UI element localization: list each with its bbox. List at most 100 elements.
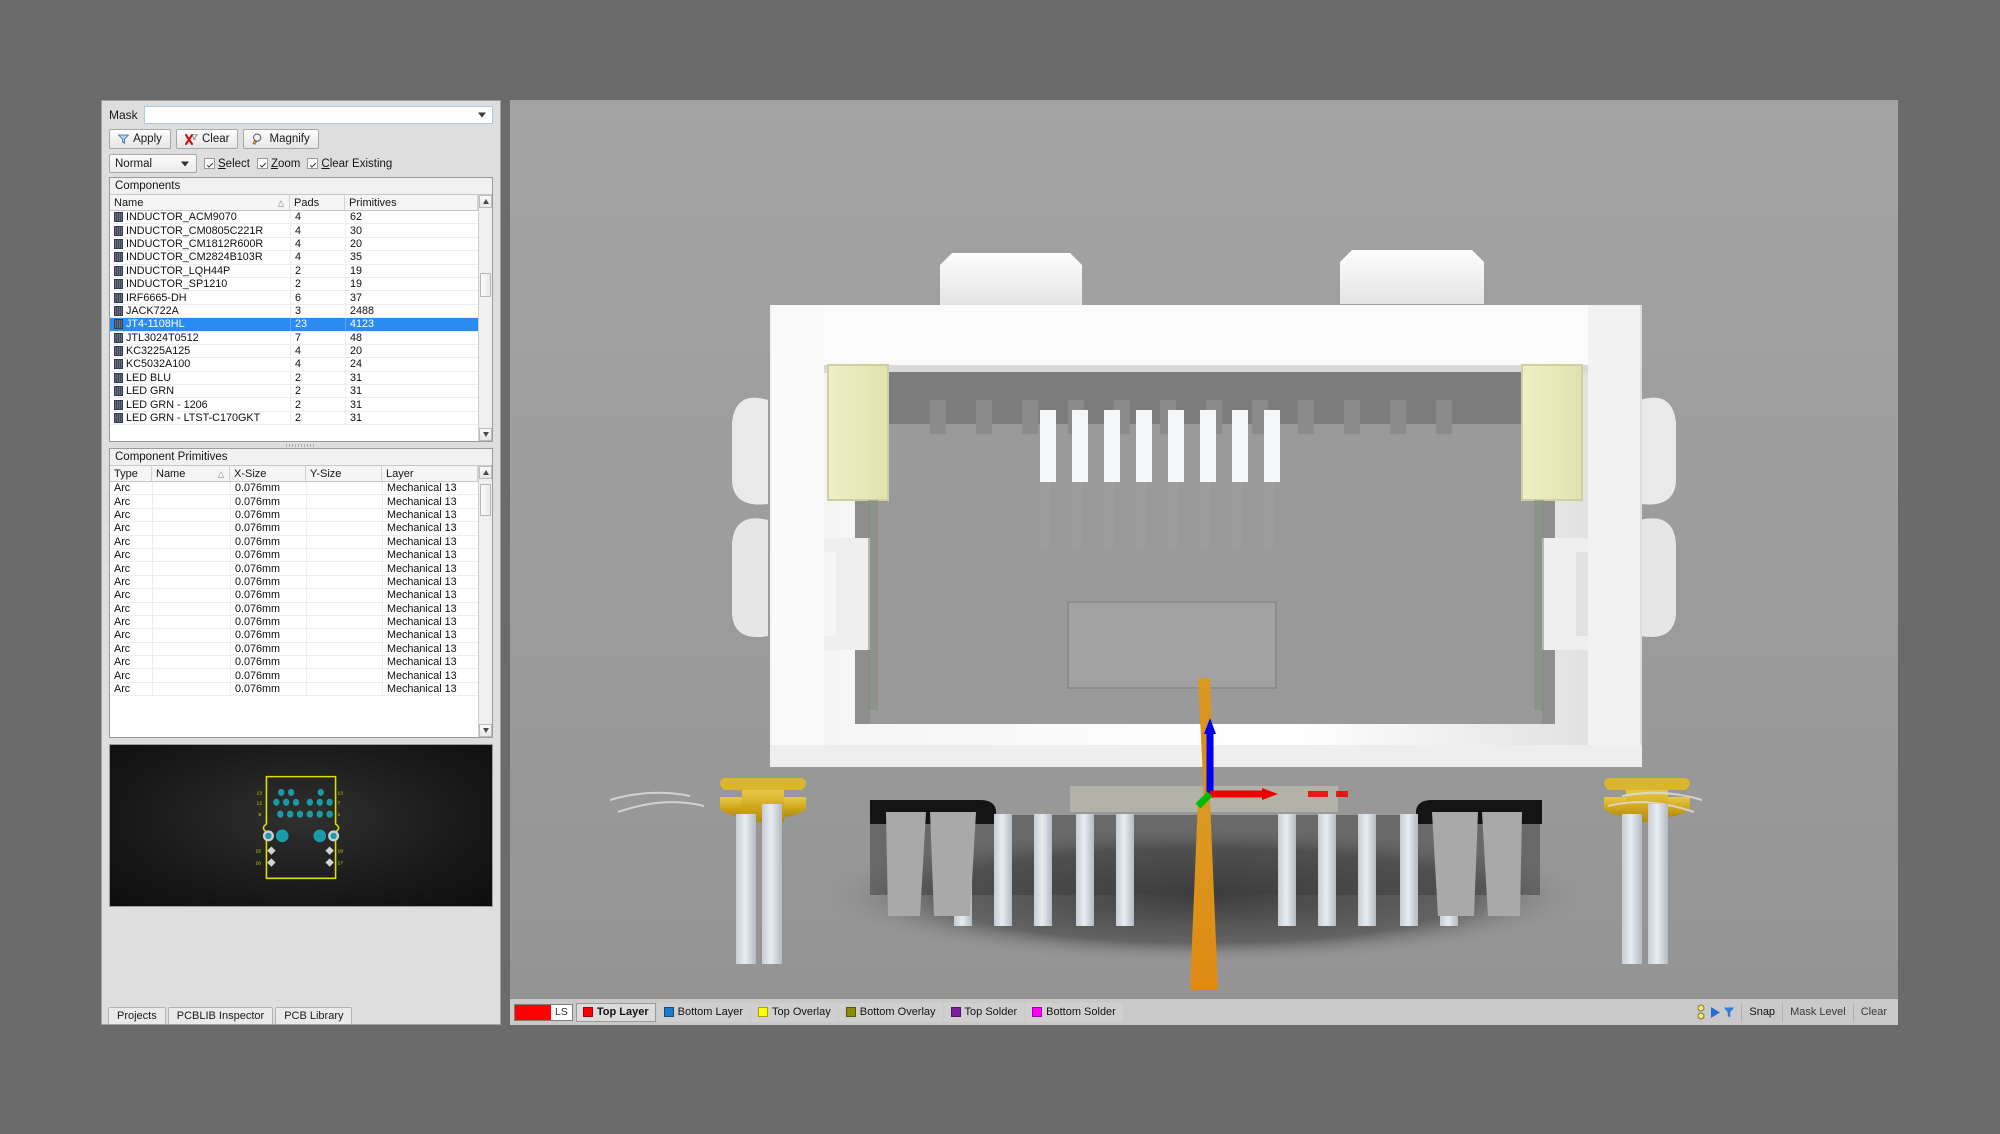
column-header-pads[interactable]: Pads bbox=[290, 195, 345, 210]
panel-tab-pcblib-inspector[interactable]: PCBLIB Inspector bbox=[167, 1007, 274, 1024]
table-row[interactable]: JTL3024T0512 7 48 bbox=[110, 331, 478, 345]
column-header-layer[interactable]: Layer bbox=[382, 466, 478, 481]
layer-label: Bottom Layer bbox=[677, 1006, 744, 1018]
status-button-mask-level[interactable]: Mask Level bbox=[1782, 1002, 1853, 1022]
layer-tab-bottom-overlay[interactable]: Bottom Overlay bbox=[838, 1002, 943, 1022]
panel-tab-projects[interactable]: Projects bbox=[108, 1007, 166, 1024]
checkbox-box[interactable] bbox=[256, 158, 268, 169]
column-header-primitives[interactable]: Primitives bbox=[345, 195, 478, 210]
cell-type: Arc bbox=[114, 669, 131, 682]
components-list[interactable]: INDUCTOR_ACM9070 4 62 INDUCTOR_CM0805C221R 4… bbox=[110, 211, 478, 441]
layer-tab-top-solder[interactable]: Top Solder bbox=[943, 1002, 1025, 1022]
column-header-x-size[interactable]: X-Size bbox=[230, 466, 306, 481]
magnify-button[interactable]: Magnify bbox=[243, 129, 319, 149]
table-row[interactable]: Arc 0.076mm Mechanical 13 bbox=[110, 482, 478, 496]
left-pillar bbox=[772, 305, 824, 745]
cursor-arrow-icon[interactable] bbox=[1710, 1006, 1721, 1019]
apply-button[interactable]: Apply bbox=[109, 129, 171, 149]
table-row[interactable]: KC3225A125 4 20 bbox=[110, 344, 478, 359]
scroll-down-arrow[interactable] bbox=[479, 724, 492, 737]
cell-x-size: 0.076mm bbox=[230, 615, 306, 629]
panel-tab-pcb-library[interactable]: PCB Library bbox=[275, 1007, 353, 1024]
column-header-type[interactable]: Type bbox=[110, 466, 152, 481]
table-row[interactable]: LED BLU 2 31 bbox=[110, 371, 478, 386]
pcb-3d-viewport[interactable] bbox=[510, 100, 1898, 998]
mask-mode-select[interactable]: Normal bbox=[109, 154, 197, 173]
cell-layer: Mechanical 13 bbox=[382, 548, 478, 562]
status-button-snap[interactable]: Snap bbox=[1741, 1002, 1782, 1022]
table-row[interactable]: Arc 0.076mm Mechanical 13 bbox=[110, 495, 478, 509]
table-row[interactable]: Arc 0.076mm Mechanical 13 bbox=[110, 548, 478, 563]
filter-icon[interactable] bbox=[1723, 1006, 1735, 1019]
primitives-list[interactable]: Arc 0.076mm Mechanical 13 Arc 0.076mm Mechani… bbox=[110, 482, 478, 737]
snap-dots-icon[interactable] bbox=[1697, 1004, 1708, 1020]
clear-label: Clear bbox=[202, 133, 230, 145]
table-row[interactable]: Arc 0.076mm Mechanical 13 bbox=[110, 508, 478, 523]
table-row[interactable]: LED GRN - LTST-C170GKT 2 31 bbox=[110, 411, 478, 426]
layer-tab-bottom-layer[interactable]: Bottom Layer bbox=[656, 1002, 751, 1022]
scroll-up-arrow[interactable] bbox=[479, 466, 492, 479]
chevron-down-icon[interactable] bbox=[181, 161, 189, 166]
status-buttons[interactable]: Snap Mask Level Clear bbox=[1741, 1002, 1894, 1022]
table-row[interactable]: KC5032A100 4 24 bbox=[110, 358, 478, 372]
table-row[interactable]: INDUCTOR_CM0805C221R 4 30 bbox=[110, 224, 478, 238]
scroll-up-arrow[interactable] bbox=[479, 195, 492, 208]
table-row[interactable]: JT4-1108HL 23 4123 bbox=[110, 318, 478, 332]
layer-tab-top-overlay[interactable]: Top Overlay bbox=[751, 1002, 838, 1022]
cell-name: JTL3024T0512 bbox=[110, 332, 290, 344]
components-scrollbar[interactable] bbox=[478, 195, 492, 441]
table-row[interactable]: Arc 0.076mm Mechanical 13 bbox=[110, 602, 478, 616]
checkbox-box[interactable] bbox=[307, 158, 319, 169]
table-row[interactable]: LED GRN - 1206 2 31 bbox=[110, 398, 478, 412]
column-header-y-size[interactable]: Y-Size bbox=[306, 466, 382, 481]
cell-name bbox=[152, 535, 230, 548]
active-layer-swatch-box[interactable]: LS bbox=[514, 1003, 573, 1021]
top-tab-left bbox=[940, 253, 1082, 305]
table-row[interactable]: Arc 0.076mm Mechanical 13 bbox=[110, 589, 478, 603]
table-row[interactable]: INDUCTOR_LQH44P 2 19 bbox=[110, 264, 478, 278]
scroll-down-arrow[interactable] bbox=[479, 428, 492, 441]
zoom-checkbox[interactable]: Zoom bbox=[256, 158, 300, 170]
mask-combo[interactable] bbox=[143, 106, 493, 124]
column-header-name[interactable]: Name △ bbox=[110, 195, 290, 210]
footprint-preview[interactable]: 13 12 8 13 7 1 15 16 18 17 bbox=[109, 744, 493, 907]
table-row[interactable]: Arc 0.076mm Mechanical 13 bbox=[110, 656, 478, 670]
cell-y-size bbox=[306, 656, 382, 669]
scroll-thumb[interactable] bbox=[480, 484, 491, 516]
table-row[interactable]: Arc 0.076mm Mechanical 13 bbox=[110, 629, 478, 643]
panel-tab-bar[interactable]: Projects PCBLIB Inspector PCB Library bbox=[102, 1004, 500, 1024]
chevron-down-icon[interactable] bbox=[478, 112, 486, 118]
table-row[interactable]: Arc 0.076mm Mechanical 13 bbox=[110, 522, 478, 536]
table-row[interactable]: INDUCTOR_CM2824B103R 4 35 bbox=[110, 251, 478, 265]
primitives-scrollbar[interactable] bbox=[478, 466, 492, 737]
clear-button[interactable]: Clear bbox=[176, 129, 239, 149]
table-row[interactable]: IRF6665-DH 6 37 bbox=[110, 291, 478, 305]
column-header-name[interactable]: Name △ bbox=[152, 466, 230, 481]
cell-name: LED GRN - 1206 bbox=[110, 398, 290, 411]
status-icon-group[interactable] bbox=[1693, 1004, 1739, 1020]
pcb-library-panel: Mask Apply Clear Magnify Normal Select Z… bbox=[101, 100, 501, 1025]
cell-type: Arc bbox=[114, 629, 131, 642]
table-row[interactable]: INDUCTOR_CM1812R600R 4 20 bbox=[110, 237, 478, 252]
layer-tab-bottom-solder[interactable]: Bottom Solder bbox=[1025, 1002, 1123, 1022]
mask-input[interactable] bbox=[144, 107, 492, 123]
layer-tabs[interactable]: Top Layer Bottom Layer Top Overlay Bottom O… bbox=[575, 1002, 1123, 1022]
table-row[interactable]: Arc 0.076mm Mechanical 13 bbox=[110, 562, 478, 576]
scroll-thumb[interactable] bbox=[480, 273, 491, 297]
table-row[interactable]: INDUCTOR_SP1210 2 19 bbox=[110, 277, 478, 292]
table-row[interactable]: Arc 0.076mm Mechanical 13 bbox=[110, 615, 478, 630]
checkbox-box[interactable] bbox=[204, 158, 215, 169]
table-row[interactable]: Arc 0.076mm Mechanical 13 bbox=[110, 575, 478, 590]
select-checkbox[interactable]: Select bbox=[204, 158, 250, 170]
table-row[interactable]: Arc 0.076mm Mechanical 13 bbox=[110, 682, 478, 697]
table-row[interactable]: INDUCTOR_ACM9070 4 62 bbox=[110, 211, 478, 225]
table-row[interactable]: Arc 0.076mm Mechanical 13 bbox=[110, 642, 478, 657]
table-row[interactable]: JACK722A 3 2488 bbox=[110, 304, 478, 319]
cell-primitives: 20 bbox=[345, 344, 478, 358]
status-button-clear[interactable]: Clear bbox=[1852, 1002, 1894, 1022]
layer-tab-top-layer[interactable]: Top Layer bbox=[575, 1002, 656, 1022]
clear-existing-checkbox[interactable]: Clear Existing bbox=[307, 158, 392, 170]
table-row[interactable]: Arc 0.076mm Mechanical 13 bbox=[110, 535, 478, 549]
table-row[interactable]: Arc 0.076mm Mechanical 13 bbox=[110, 669, 478, 683]
table-row[interactable]: LED GRN 2 31 bbox=[110, 385, 478, 399]
